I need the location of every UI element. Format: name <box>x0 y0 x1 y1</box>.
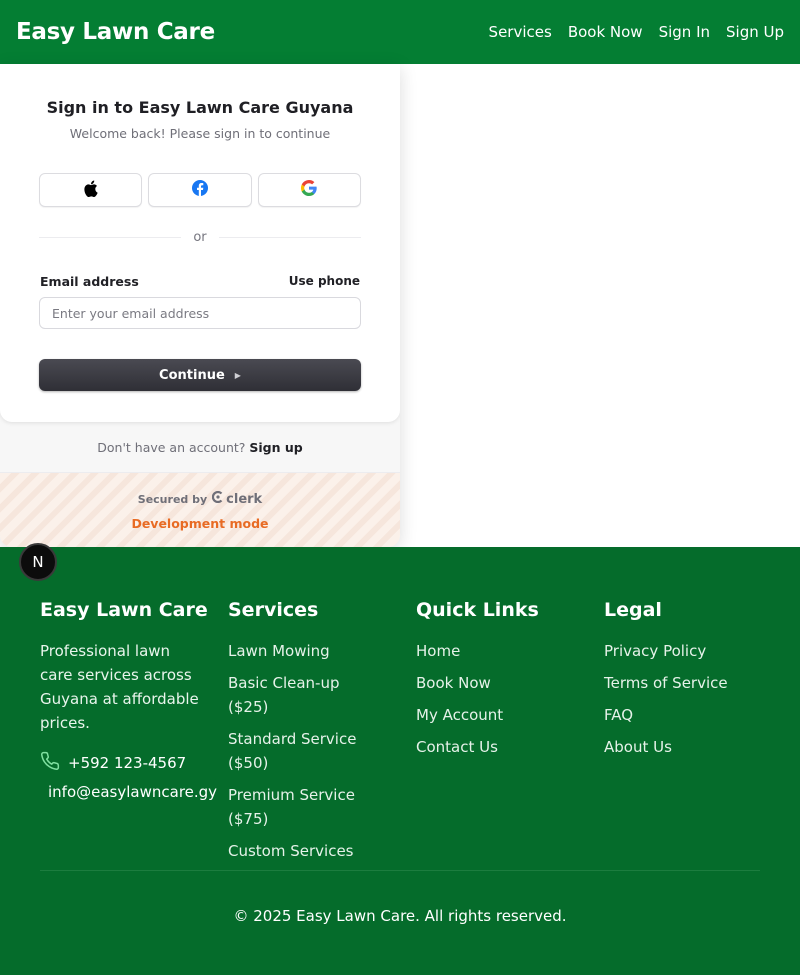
nav-link-sign-in[interactable]: Sign In <box>659 23 710 41</box>
top-navbar: Easy Lawn Care Services Book Now Sign In… <box>0 0 800 64</box>
google-icon <box>301 180 318 200</box>
footer-link-contact-us[interactable]: Contact Us <box>416 735 596 759</box>
divider-text: or <box>193 230 207 245</box>
sign-up-link[interactable]: Sign up <box>249 440 302 455</box>
footer-services-column: Services Lawn Mowing Basic Clean-up ($25… <box>228 599 408 871</box>
facebook-signin-button[interactable] <box>148 173 252 207</box>
footer-legal-heading: Legal <box>604 599 662 621</box>
footer-link-book-now[interactable]: Book Now <box>416 671 596 695</box>
google-signin-button[interactable] <box>257 173 361 207</box>
or-divider: or <box>39 230 361 245</box>
footer-about-column: Easy Lawn Care Professional lawn care se… <box>40 599 220 801</box>
no-account-text: Don't have an account? <box>97 440 246 455</box>
sign-in-subtitle: Welcome back! Please sign in to continue <box>69 126 331 141</box>
nextjs-dev-badge[interactable]: N <box>19 543 57 581</box>
nav-link-book-now[interactable]: Book Now <box>568 23 643 41</box>
site-footer: Easy Lawn Care Professional lawn care se… <box>0 547 800 975</box>
divider-line-right <box>218 237 361 238</box>
footer-copyright: © 2025 Easy Lawn Care. All rights reserv… <box>233 907 567 925</box>
footer-link-faq[interactable]: FAQ <box>604 703 784 727</box>
play-arrow-icon: ▶ <box>234 370 241 380</box>
nav-link-services[interactable]: Services <box>489 23 552 41</box>
footer-link-my-account[interactable]: My Account <box>416 703 596 727</box>
footer-quick-links-column: Quick Links Home Book Now My Account Con… <box>416 599 596 767</box>
footer-link-lawn-mowing[interactable]: Lawn Mowing <box>228 639 378 663</box>
dev-mode-banner: Secured by clerk Development mode <box>0 472 400 547</box>
use-phone-link[interactable]: Use phone <box>289 274 360 288</box>
footer-link-privacy-policy[interactable]: Privacy Policy <box>604 639 784 663</box>
email-label: Email address <box>40 274 139 289</box>
footer-link-home[interactable]: Home <box>416 639 596 663</box>
apple-signin-button[interactable] <box>39 173 143 207</box>
footer-description: Professional lawn care services across G… <box>40 642 199 732</box>
nextjs-n-icon: N <box>32 553 44 571</box>
facebook-icon <box>191 180 208 200</box>
footer-link-standard-service[interactable]: Standard Service ($50) <box>228 727 378 775</box>
sign-in-card: Sign in to Easy Lawn Care Guyana Welcome… <box>0 64 400 547</box>
continue-button[interactable]: Continue ▶ <box>39 359 361 391</box>
clerk-logo[interactable]: clerk <box>212 490 263 507</box>
footer-link-about-us[interactable]: About Us <box>604 735 784 759</box>
brand-logo-text[interactable]: Easy Lawn Care <box>16 19 215 45</box>
secured-by-text: Secured by <box>137 492 208 506</box>
footer-divider <box>40 870 760 871</box>
apple-icon <box>83 180 98 201</box>
footer-quick-links-heading: Quick Links <box>416 599 539 621</box>
footer-email[interactable]: info@easylawncare.gy <box>40 783 220 801</box>
signup-prompt: Don't have an account? Sign up <box>0 440 400 455</box>
footer-link-terms-of-service[interactable]: Terms of Service <box>604 671 784 695</box>
email-input[interactable] <box>39 297 361 329</box>
clerk-label: clerk <box>226 491 263 507</box>
sign-in-title: Sign in to Easy Lawn Care Guyana <box>46 98 354 117</box>
nav-link-sign-up[interactable]: Sign Up <box>726 23 784 41</box>
footer-link-premium-service[interactable]: Premium Service ($75) <box>228 783 378 831</box>
sign-in-card-main: Sign in to Easy Lawn Care Guyana Welcome… <box>0 64 400 422</box>
footer-services-heading: Services <box>228 599 319 621</box>
footer-legal-column: Legal Privacy Policy Terms of Service FA… <box>604 599 784 767</box>
continue-label: Continue <box>159 367 225 383</box>
footer-phone[interactable]: +592 123-4567 <box>40 751 220 775</box>
phone-text: +592 123-4567 <box>68 754 187 772</box>
footer-link-basic-cleanup[interactable]: Basic Clean-up ($25) <box>228 671 378 719</box>
social-buttons <box>39 173 361 207</box>
phone-icon <box>40 751 60 775</box>
footer-link-custom-services[interactable]: Custom Services <box>228 839 378 863</box>
secured-by-clerk: Secured by clerk <box>0 490 400 507</box>
footer-brand-heading: Easy Lawn Care <box>40 599 208 621</box>
nav-links: Services Book Now Sign In Sign Up <box>489 23 784 41</box>
divider-line-left <box>39 237 182 238</box>
development-mode-text: Development mode <box>131 516 269 531</box>
clerk-icon <box>212 490 224 507</box>
